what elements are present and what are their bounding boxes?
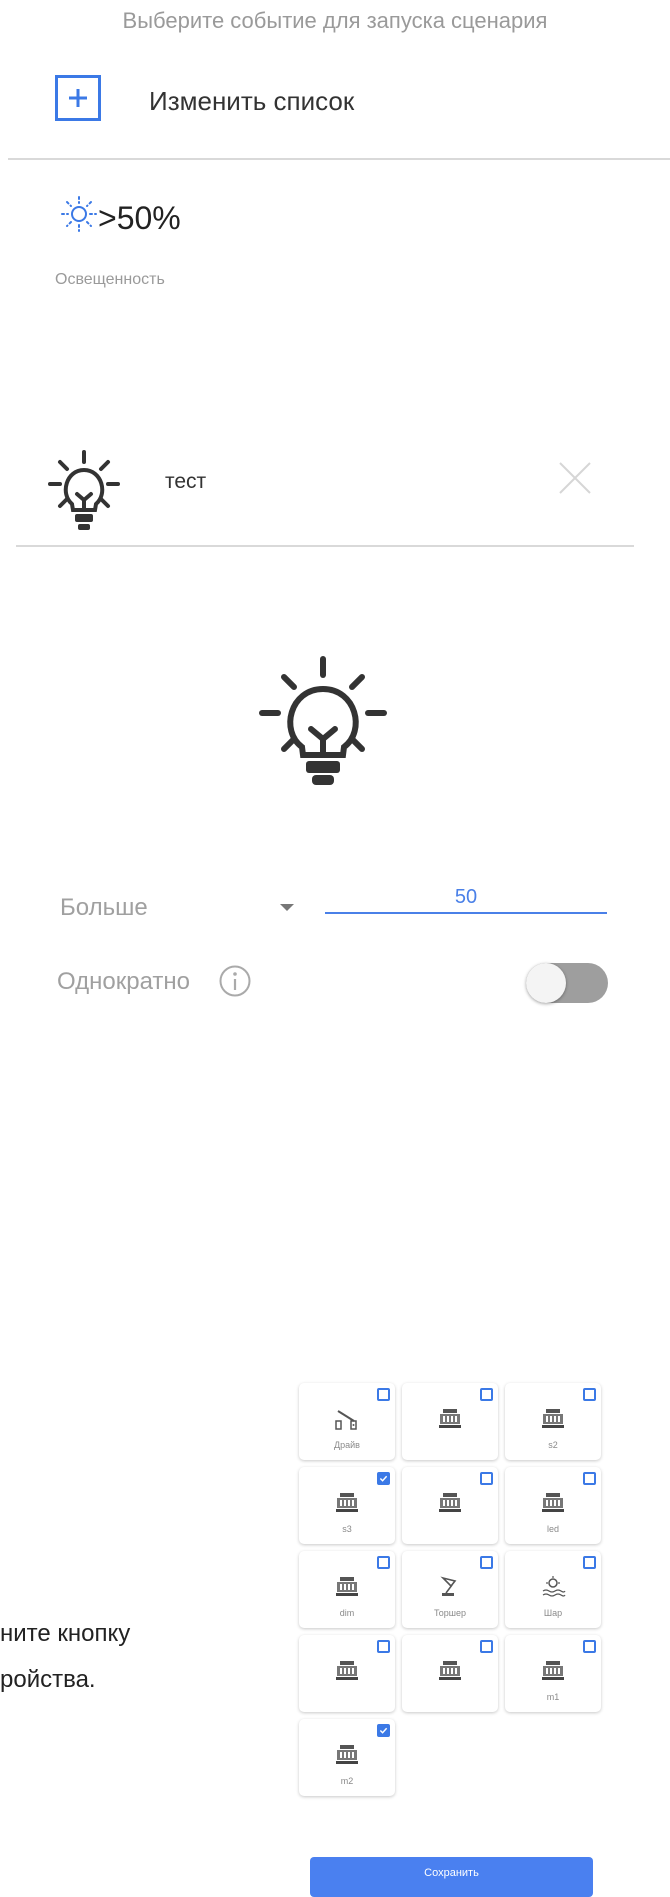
device-name: тест [165,470,207,493]
device-tile-label: Шар [543,1608,563,1618]
device-checkbox[interactable] [583,1640,596,1653]
device-tile[interactable]: dim [299,1551,395,1628]
device-checkbox[interactable] [480,1556,493,1569]
device-tile[interactable] [402,1635,498,1712]
device-tile-label: s3 [342,1524,352,1534]
device-icon [437,1491,463,1515]
device-tile[interactable]: m2 [299,1719,395,1796]
device-tile[interactable]: Торшер [402,1551,498,1628]
device-icon [334,1491,360,1515]
hint-line-1: ните кнопку [0,1620,131,1647]
operator-select[interactable]: Больше [60,894,148,922]
sun-icon [61,196,97,232]
lightbulb-icon [48,450,120,530]
device-icon [437,1659,463,1683]
info-icon[interactable] [218,964,252,998]
check-icon [379,1727,388,1734]
event-type-label: Освещенность [55,271,165,288]
device-checkbox[interactable] [583,1472,596,1485]
floor-lamp-icon [437,1575,463,1599]
plus-icon [69,89,87,107]
device-tile[interactable]: Шар [505,1551,601,1628]
screen-hint: Выберите событие для запуска сценария [122,8,548,33]
device-tile[interactable]: Драйв [299,1383,395,1460]
device-icon [334,1575,360,1599]
device-icon [334,1659,360,1683]
device-tile[interactable] [402,1383,498,1460]
device-checkbox[interactable] [480,1640,493,1653]
device-tile-label: led [546,1524,559,1534]
device-tile-label: Драйв [334,1440,360,1450]
toggle-knob [526,963,566,1003]
add-button[interactable] [55,75,101,121]
device-tile[interactable]: s3 [299,1467,395,1544]
divider [8,158,670,160]
chevron-down-icon[interactable] [280,904,294,911]
barrier-icon [334,1407,360,1431]
device-tile[interactable]: m1 [505,1635,601,1712]
device-checkbox[interactable] [480,1472,493,1485]
change-list-link[interactable]: Изменить список [149,86,354,117]
check-icon [379,1475,388,1482]
device-tile[interactable] [402,1467,498,1544]
once-toggle[interactable] [526,963,608,1003]
device-tile[interactable] [299,1635,395,1712]
event-value: >50% [98,200,181,236]
device-checkbox[interactable] [583,1388,596,1401]
once-label: Однократно [57,968,191,995]
divider [16,545,634,547]
device-tile-label: dim [339,1608,355,1618]
device-tile-label: m2 [340,1776,354,1786]
device-icon [540,1407,566,1431]
save-button[interactable]: Сохранить [310,1857,593,1897]
hint-line-2: ройства. [0,1666,96,1693]
device-icon [437,1407,463,1431]
device-checkbox[interactable] [583,1556,596,1569]
device-checkbox[interactable] [377,1640,390,1653]
device-tile-label: m1 [546,1692,560,1702]
device-tile[interactable]: s2 [505,1383,601,1460]
threshold-input[interactable] [325,882,607,914]
device-checkbox[interactable] [480,1388,493,1401]
close-icon[interactable] [557,460,593,496]
device-icon [540,1491,566,1515]
device-icon [334,1743,360,1767]
device-checkbox[interactable] [377,1472,390,1485]
device-checkbox[interactable] [377,1724,390,1737]
device-tile[interactable]: led [505,1467,601,1544]
device-checkbox[interactable] [377,1556,390,1569]
device-tile-label: s2 [548,1440,558,1450]
device-checkbox[interactable] [377,1388,390,1401]
device-tile-label: Торшер [433,1608,467,1618]
device-icon [540,1659,566,1683]
ball-lamp-icon [540,1575,566,1599]
lightbulb-large-icon [259,656,387,785]
